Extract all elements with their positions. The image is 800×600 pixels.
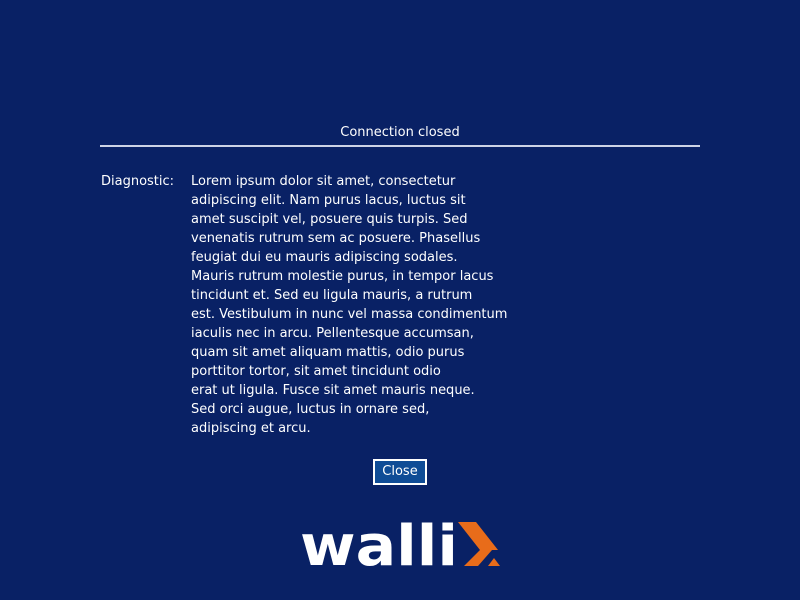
diagnostic-line: Sed orci augue, luctus in ornare sed,	[191, 402, 430, 417]
diagnostic-line: tincidunt et. Sed eu ligula mauris, a ru…	[191, 288, 473, 303]
diagnostic-line: feugiat dui eu mauris adipiscing sodales…	[191, 250, 458, 265]
diagnostic-message: Lorem ipsum dolor sit amet, consectetur …	[191, 172, 507, 438]
diagnostic-line: amet suscipit vel, posuere quis turpis. …	[191, 212, 468, 227]
diagnostic-line: erat ut ligula. Fusce sit amet mauris ne…	[191, 383, 475, 398]
wallix-logo-icon: walli	[300, 514, 500, 570]
title-separator	[100, 145, 700, 147]
diagnostic-line: venenatis rutrum sem ac posuere. Phasell…	[191, 231, 481, 246]
diagnostic-line: quam sit amet aliquam mattis, odio purus	[191, 345, 465, 360]
wallix-logo: walli	[300, 514, 500, 570]
diagnostic-line: Mauris rutrum molestie purus, in tempor …	[191, 269, 494, 284]
diagnostic-line: est. Vestibulum in nunc vel massa condim…	[191, 307, 508, 322]
connection-closed-dialog: Connection closed Diagnostic: Lorem ipsu…	[100, 124, 700, 436]
dialog-title: Connection closed	[340, 125, 460, 140]
diagnostic-label: Diagnostic:	[101, 174, 175, 189]
diagnostic-line: adipiscing et arcu.	[191, 421, 311, 436]
diagnostic-line: adipiscing elit. Nam purus lacus, luctus…	[191, 193, 466, 208]
diagnostic-line: iaculis nec in arcu. Pellentesque accums…	[191, 326, 474, 341]
wallix-x-mark	[458, 522, 500, 566]
close-button[interactable]: Close	[373, 459, 427, 485]
diagnostic-line: Lorem ipsum dolor sit amet, consectetur	[191, 174, 456, 189]
diagnostic-line: porttitor tortor, sit amet tincidunt odi…	[191, 364, 441, 379]
wallix-logo-wordmark: walli	[300, 514, 458, 570]
